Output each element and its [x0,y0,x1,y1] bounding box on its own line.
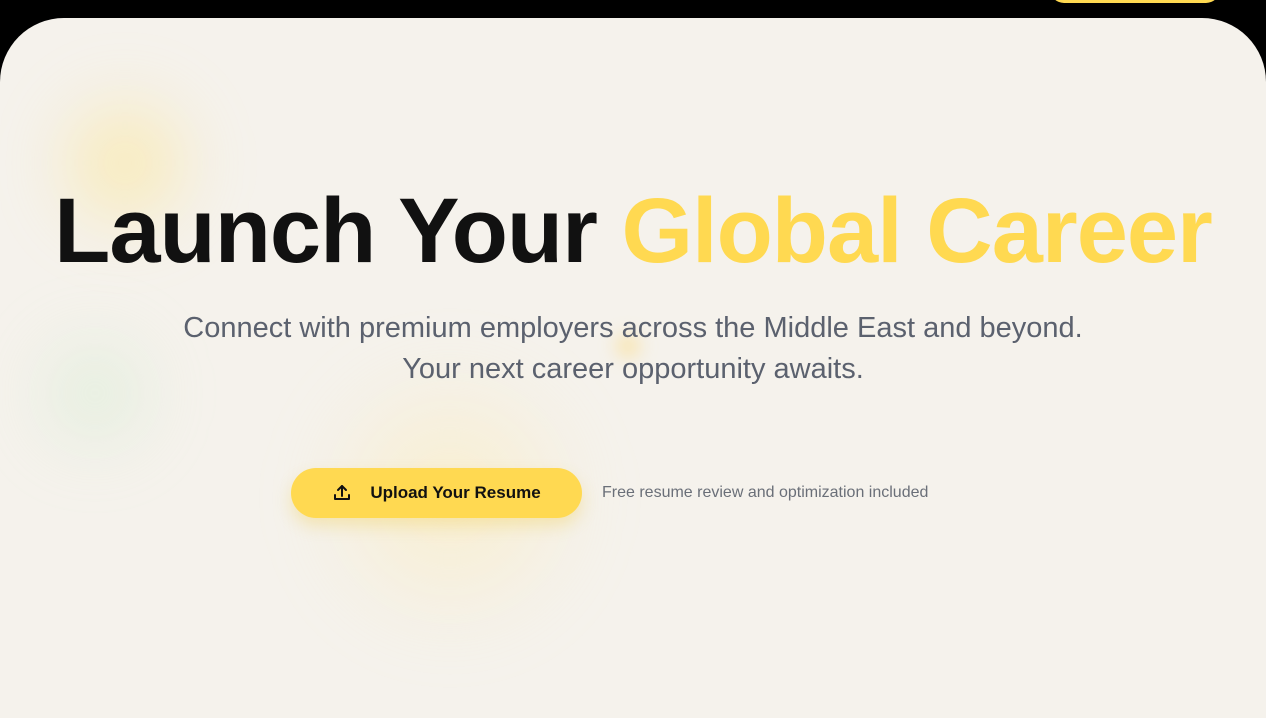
headline-accent-text: Global Career [621,180,1212,282]
headline-text: Launch Your [54,180,598,282]
nav-cta-button[interactable] [1050,0,1220,3]
cta-row: Upload Your Resume Free resume review an… [291,468,928,518]
hero-subtitle: Connect with premium employers across th… [0,308,1266,390]
upload-resume-button[interactable]: Upload Your Resume [291,468,582,518]
cta-note: Free resume review and optimization incl… [602,484,929,501]
hero-headline: Launch Your Global Career [0,176,1266,286]
upload-icon [332,483,352,503]
subtitle-line-1: Connect with premium employers across th… [183,312,1083,344]
upload-resume-label: Upload Your Resume [370,483,541,502]
subtitle-line-2: Your next career opportunity awaits. [402,353,864,385]
hero-section: Launch Your Global Career Connect with p… [0,18,1266,718]
